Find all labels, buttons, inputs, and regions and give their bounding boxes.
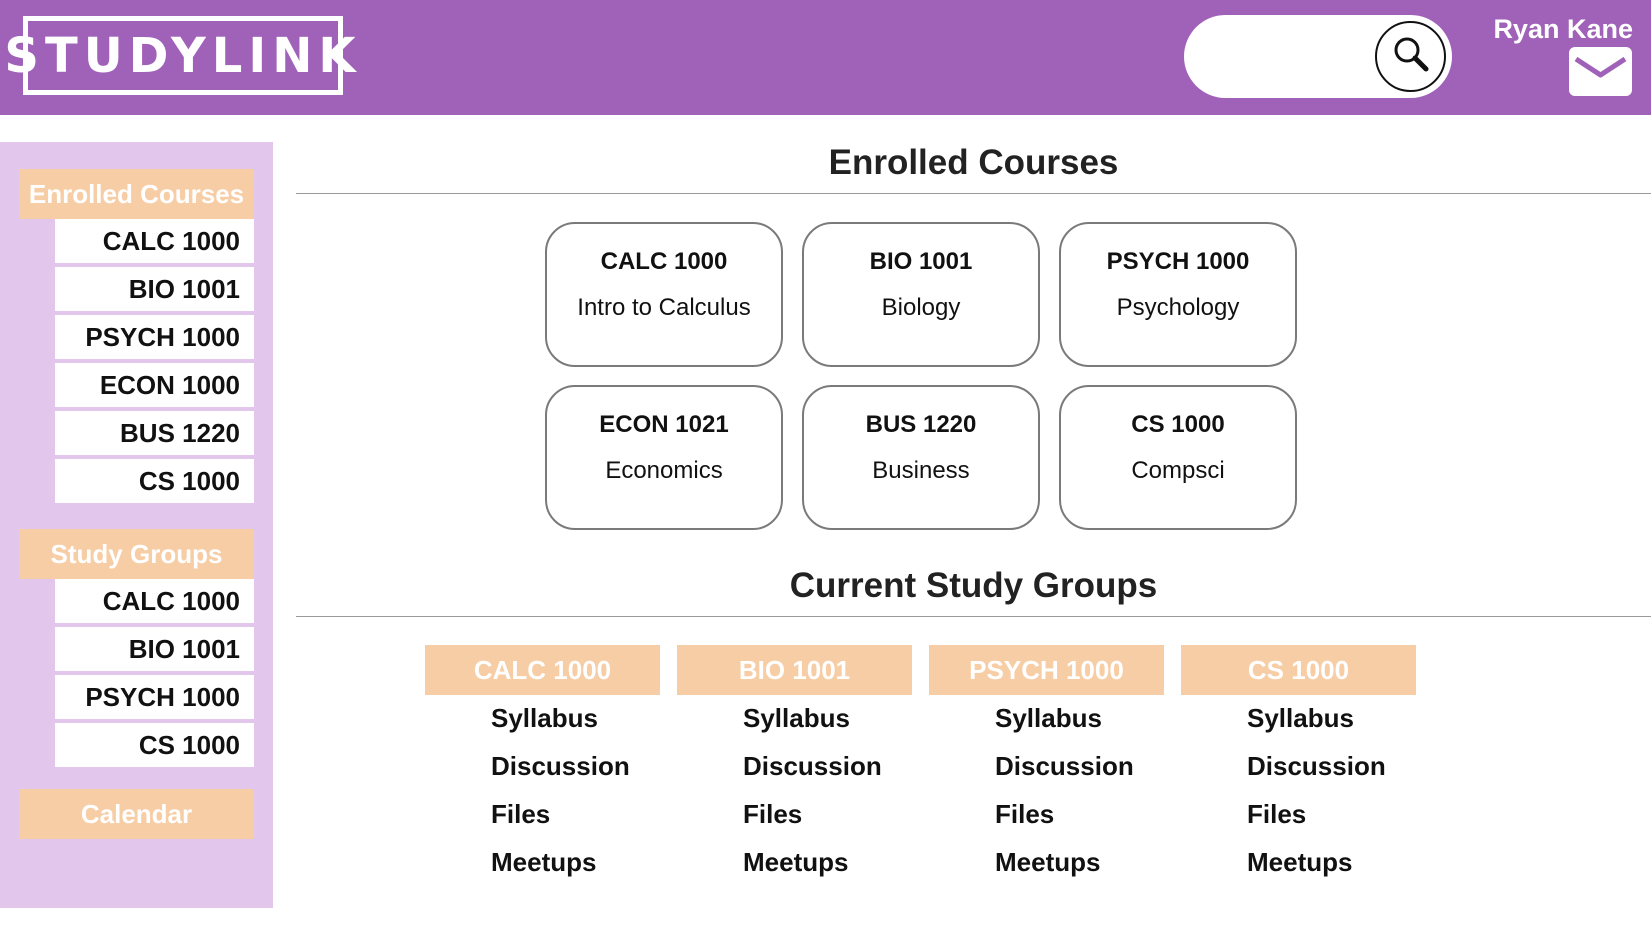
study-group-heading[interactable]: PSYCH 1000: [929, 645, 1164, 695]
header-bar: STUDYLINK Ryan Kane: [0, 0, 1651, 115]
course-card[interactable]: CALC 1000 Intro to Calculus: [545, 222, 783, 367]
course-card[interactable]: BIO 1001 Biology: [802, 222, 1040, 367]
section-divider: [296, 616, 1651, 617]
course-name: Compsci: [1131, 457, 1225, 484]
group-link-syllabus[interactable]: Syllabus: [743, 703, 850, 734]
sidebar-item-course[interactable]: CALC 1000: [55, 219, 254, 263]
group-link-files[interactable]: Files: [491, 799, 550, 830]
search-box[interactable]: [1184, 15, 1452, 98]
group-link-discussion[interactable]: Discussion: [743, 751, 882, 782]
sidebar-item-course[interactable]: CS 1000: [55, 459, 254, 503]
course-name: Biology: [881, 294, 961, 321]
group-link-discussion[interactable]: Discussion: [1247, 751, 1386, 782]
sidebar-item-group[interactable]: CS 1000: [55, 723, 254, 767]
section-divider: [296, 193, 1651, 194]
group-link-discussion[interactable]: Discussion: [995, 751, 1134, 782]
course-code: ECON 1021: [599, 411, 729, 438]
enrolled-courses-title: Enrolled Courses: [828, 143, 1119, 182]
course-name: Intro to Calculus: [577, 294, 751, 321]
course-card[interactable]: CS 1000 Compsci: [1059, 385, 1297, 530]
search-button[interactable]: [1375, 21, 1446, 92]
mail-button[interactable]: [1569, 47, 1632, 96]
group-link-meetups[interactable]: Meetups: [1247, 847, 1352, 878]
sidebar-item-course[interactable]: ECON 1000: [55, 363, 254, 407]
group-link-discussion[interactable]: Discussion: [491, 751, 630, 782]
sidebar-item-course[interactable]: BUS 1220: [55, 411, 254, 455]
group-link-meetups[interactable]: Meetups: [491, 847, 596, 878]
sidebar-item-group[interactable]: BIO 1001: [55, 627, 254, 671]
sidebar-calendar[interactable]: Calendar: [19, 789, 254, 839]
group-link-meetups[interactable]: Meetups: [995, 847, 1100, 878]
group-link-syllabus[interactable]: Syllabus: [1247, 703, 1354, 734]
course-card[interactable]: PSYCH 1000 Psychology: [1059, 222, 1297, 367]
group-link-files[interactable]: Files: [1247, 799, 1306, 830]
sidebar-item-course[interactable]: BIO 1001: [55, 267, 254, 311]
course-card[interactable]: ECON 1021 Economics: [545, 385, 783, 530]
group-link-syllabus[interactable]: Syllabus: [995, 703, 1102, 734]
search-icon: [1391, 34, 1431, 79]
study-groups-title: Current Study Groups: [789, 566, 1158, 605]
course-code: BIO 1001: [869, 248, 973, 275]
course-code: CS 1000: [1131, 411, 1225, 438]
study-group-heading[interactable]: CS 1000: [1181, 645, 1416, 695]
user-name[interactable]: Ryan Kane: [1493, 14, 1633, 45]
course-name: Business: [872, 457, 970, 484]
sidebar-heading-enrolled[interactable]: Enrolled Courses: [19, 169, 254, 219]
group-link-meetups[interactable]: Meetups: [743, 847, 848, 878]
sidebar-item-group[interactable]: CALC 1000: [55, 579, 254, 623]
sidebar-heading-study-groups[interactable]: Study Groups: [19, 529, 254, 579]
course-card[interactable]: BUS 1220 Business: [802, 385, 1040, 530]
course-code: BUS 1220: [865, 411, 977, 438]
group-link-files[interactable]: Files: [743, 799, 802, 830]
group-link-files[interactable]: Files: [995, 799, 1054, 830]
group-link-syllabus[interactable]: Syllabus: [491, 703, 598, 734]
course-code: PSYCH 1000: [1106, 248, 1250, 275]
sidebar-item-course[interactable]: PSYCH 1000: [55, 315, 254, 359]
mail-icon: [1569, 56, 1632, 100]
study-group-heading[interactable]: CALC 1000: [425, 645, 660, 695]
course-code: CALC 1000: [600, 248, 728, 275]
course-name: Psychology: [1116, 294, 1240, 321]
app-logo[interactable]: STUDYLINK: [4, 16, 356, 95]
course-name: Economics: [605, 457, 723, 484]
sidebar-item-group[interactable]: PSYCH 1000: [55, 675, 254, 719]
study-group-heading[interactable]: BIO 1001: [677, 645, 912, 695]
search-input[interactable]: [1206, 33, 1366, 79]
